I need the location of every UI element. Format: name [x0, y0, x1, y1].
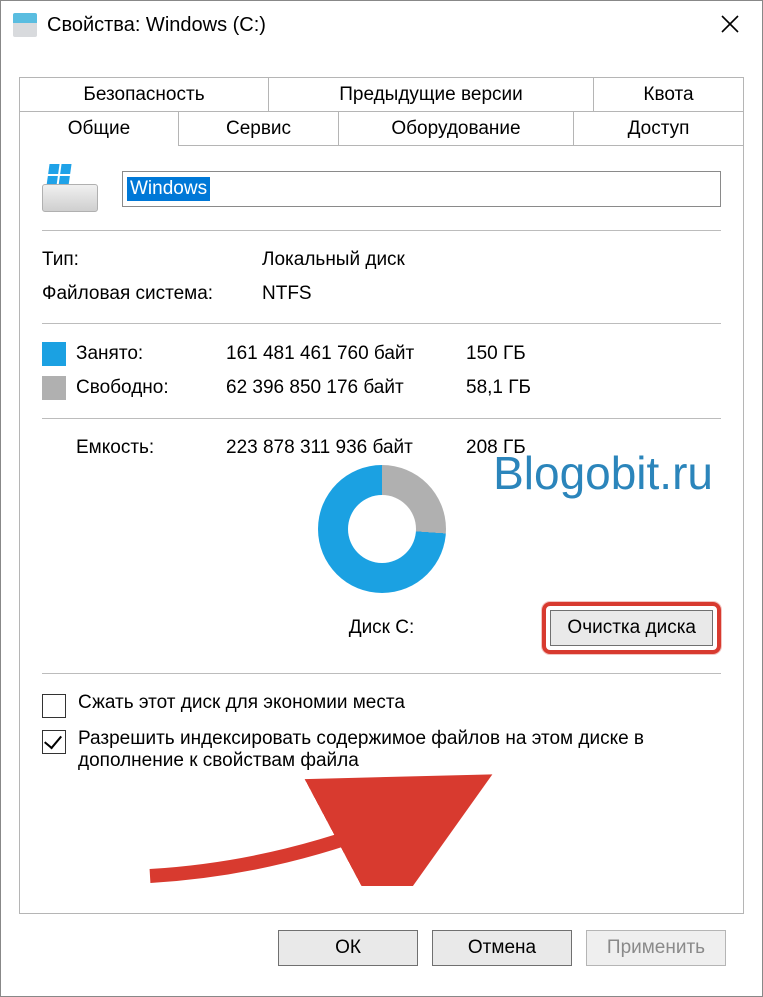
- free-swatch: [42, 376, 66, 400]
- tab-general[interactable]: Общие: [19, 111, 179, 146]
- free-gb: 58,1 ГБ: [466, 377, 721, 399]
- filesystem-label: Файловая система:: [42, 283, 262, 305]
- used-bytes: 161 481 461 760 байт: [226, 343, 466, 365]
- titlebar: Свойства: Windows (C:): [1, 1, 762, 49]
- drive-icon: [13, 13, 37, 37]
- ok-button[interactable]: ОК: [278, 930, 418, 966]
- apply-button[interactable]: Применить: [586, 930, 726, 966]
- close-icon: [720, 14, 740, 34]
- used-gb: 150 ГБ: [466, 343, 721, 365]
- tab-previous-versions[interactable]: Предыдущие версии: [269, 77, 594, 112]
- annotation-highlight: Очистка диска: [542, 602, 721, 654]
- annotation-arrow-icon: [140, 766, 520, 886]
- compress-checkbox[interactable]: [42, 694, 66, 718]
- compress-label: Сжать этот диск для экономии места: [78, 692, 405, 714]
- type-value: Локальный диск: [262, 249, 721, 271]
- separator: [42, 323, 721, 324]
- separator: [42, 230, 721, 231]
- close-button[interactable]: [710, 7, 750, 43]
- capacity-bytes: 223 878 311 936 байт: [226, 437, 466, 459]
- index-label: Разрешить индексировать содержимое файло…: [78, 728, 721, 772]
- cancel-button[interactable]: Отмена: [432, 930, 572, 966]
- dialog-button-row: ОК Отмена Применить: [19, 914, 744, 982]
- capacity-label: Емкость:: [42, 437, 226, 459]
- drive-large-icon: [42, 166, 98, 212]
- type-label: Тип:: [42, 249, 262, 271]
- used-swatch: [42, 342, 66, 366]
- separator: [42, 418, 721, 419]
- tab-strip: Безопасность Предыдущие версии Квота Общ…: [19, 77, 744, 146]
- properties-dialog: Свойства: Windows (C:) Безопасность Пред…: [0, 0, 763, 997]
- volume-label-input[interactable]: Windows: [122, 171, 721, 207]
- window-title: Свойства: Windows (C:): [47, 14, 266, 37]
- tab-hardware[interactable]: Оборудование: [339, 111, 574, 146]
- tab-sharing[interactable]: Доступ: [574, 111, 744, 146]
- separator: [42, 673, 721, 674]
- free-bytes: 62 396 850 176 байт: [226, 377, 466, 399]
- tab-panel-general: Windows Тип: Локальный диск Файловая сис…: [19, 145, 744, 914]
- tab-quota[interactable]: Квота: [594, 77, 744, 112]
- tab-tools[interactable]: Сервис: [179, 111, 339, 146]
- free-label: Свободно:: [76, 377, 226, 399]
- disk-caption: Диск C:: [349, 617, 415, 639]
- capacity-gb: 208 ГБ: [466, 437, 721, 459]
- volume-label-value: Windows: [127, 177, 210, 201]
- disk-cleanup-button[interactable]: Очистка диска: [550, 610, 713, 646]
- tab-security[interactable]: Безопасность: [19, 77, 269, 112]
- used-label: Занято:: [76, 343, 226, 365]
- usage-pie-chart: [318, 465, 446, 593]
- index-checkbox[interactable]: [42, 730, 66, 754]
- filesystem-value: NTFS: [262, 283, 721, 305]
